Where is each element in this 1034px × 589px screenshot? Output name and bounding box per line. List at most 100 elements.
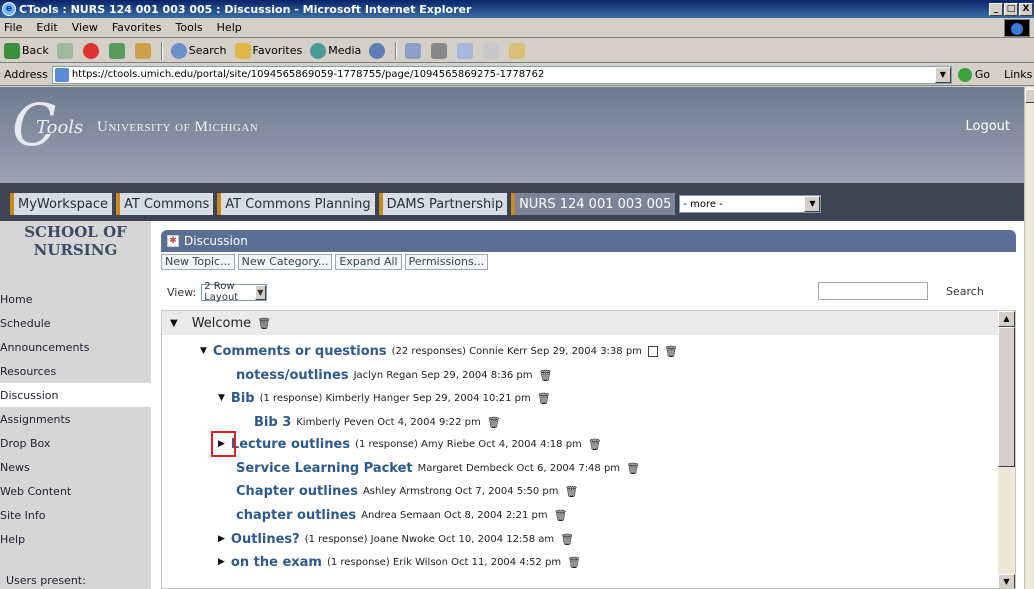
thread-scrollbar[interactable]: ▲ ▼ xyxy=(998,311,1015,588)
refresh-button[interactable] xyxy=(108,42,127,59)
maximize-button[interactable]: □ xyxy=(1004,2,1018,16)
favorites-button[interactable]: Favorites xyxy=(234,42,302,59)
go-button[interactable]: Go xyxy=(957,67,990,82)
stop-button[interactable] xyxy=(82,42,101,59)
tab-at-commons[interactable]: AT Commons xyxy=(115,193,214,215)
thread-row[interactable]: Service Learning Packet Margaret Dembeck… xyxy=(236,457,640,479)
messenger-button[interactable] xyxy=(509,42,527,59)
trash-icon[interactable]: 🗑 xyxy=(538,369,552,382)
highlight-box xyxy=(211,431,236,457)
thread-row[interactable]: ▼ Bib (1 response) Kimberly Hanger Sep 2… xyxy=(218,387,551,409)
sidebar-item-resources[interactable]: Resources xyxy=(0,359,151,383)
scroll-down-icon[interactable]: ▼ xyxy=(998,574,1015,588)
sidebar-item-home[interactable]: Home xyxy=(0,287,151,311)
page-scrollbar[interactable] xyxy=(1024,87,1034,589)
search-button[interactable]: Search xyxy=(170,42,227,59)
menu-tools[interactable]: Tools xyxy=(176,21,203,34)
permissions-button[interactable]: Permissions... xyxy=(404,254,489,270)
edit-icon xyxy=(457,42,474,59)
refresh-icon xyxy=(108,42,125,59)
search-link[interactable]: Search xyxy=(946,285,984,298)
trash-icon[interactable]: 🗑 xyxy=(626,462,640,475)
back-button[interactable]: Back xyxy=(4,42,49,59)
sidebar-item-web-content[interactable]: Web Content xyxy=(0,479,151,503)
trash-icon[interactable]: 🗑 xyxy=(554,509,568,522)
scroll-thumb[interactable] xyxy=(998,327,1015,467)
minimize-button[interactable]: _ xyxy=(989,2,1003,16)
thread-row[interactable]: ▶ Lecture outlines (1 response) Amy Rieb… xyxy=(218,433,602,455)
sidebar-item-assignments[interactable]: Assignments xyxy=(0,407,151,431)
trash-icon[interactable]: 🗑 xyxy=(567,556,581,569)
discuss-button[interactable] xyxy=(483,42,501,59)
menu-edit[interactable]: Edit xyxy=(36,21,57,34)
history-button[interactable] xyxy=(369,42,387,59)
thread-row[interactable]: ▶ Outlines? (1 response) Joane Nwoke Oct… xyxy=(218,528,574,550)
windows-logo-icon xyxy=(1004,19,1030,37)
new-category-button[interactable]: New Category... xyxy=(237,254,333,270)
menu-help[interactable]: Help xyxy=(217,21,242,34)
tab-nurs-124[interactable]: NURS 124 001 003 005 xyxy=(511,193,676,215)
discussion-portlet: ✱ Discussion New Topic... New Category..… xyxy=(161,230,1016,589)
thread-row[interactable]: ▶ on the exam (1 response) Erik Wilson O… xyxy=(218,551,581,573)
thread-row[interactable]: notess/outlines Jaclyn Regan Sep 29, 200… xyxy=(236,364,552,386)
address-dropdown-icon[interactable]: ▼ xyxy=(934,66,951,83)
address-label: Address xyxy=(4,68,48,81)
sidebar-item-news[interactable]: News xyxy=(0,455,151,479)
links-button[interactable]: Links xyxy=(1004,68,1032,81)
close-button[interactable]: X xyxy=(1019,2,1033,16)
menu-file[interactable]: File xyxy=(4,21,22,34)
mail-button[interactable] xyxy=(405,42,423,59)
tab-at-commons-planning[interactable]: AT Commons Planning xyxy=(217,193,375,215)
edit-button[interactable] xyxy=(457,42,475,59)
trash-icon[interactable]: 🗑 xyxy=(664,345,678,358)
sidebar-item-announcements[interactable]: Announcements xyxy=(0,335,151,359)
trash-icon[interactable]: 🗑 xyxy=(560,533,574,546)
discussion-tool-icon: ✱ xyxy=(167,235,179,247)
window-title: CTools : NURS 124 001 003 005 : Discussi… xyxy=(19,2,472,16)
scroll-up-icon[interactable]: ▲ xyxy=(998,311,1015,327)
sidebar-item-drop-box[interactable]: Drop Box xyxy=(0,431,151,455)
trash-icon[interactable]: 🗑 xyxy=(257,317,271,330)
thread-row[interactable]: ▼ Comments or questions (22 responses) C… xyxy=(200,340,678,362)
menu-favorites[interactable]: Favorites xyxy=(112,21,162,34)
trash-icon[interactable]: 🗑 xyxy=(487,416,501,429)
logout-link[interactable]: Logout xyxy=(965,119,1010,134)
tab-myworkspace[interactable]: MyWorkspace xyxy=(10,193,112,215)
trash-icon[interactable]: 🗑 xyxy=(564,485,578,498)
trash-icon[interactable]: 🗑 xyxy=(537,392,551,405)
page-scroll-up-icon[interactable] xyxy=(1025,89,1034,103)
sidebar-item-discussion[interactable]: Discussion xyxy=(0,383,151,407)
sidebar-item-site-info[interactable]: Site Info xyxy=(0,503,151,527)
menu-view[interactable]: View xyxy=(72,21,98,34)
trash-icon[interactable]: 🗑 xyxy=(588,438,602,451)
new-topic-button[interactable]: New Topic... xyxy=(161,254,235,270)
home-icon xyxy=(134,42,151,59)
tab-dams-partnership[interactable]: DAMS Partnership xyxy=(378,193,508,215)
thread-row[interactable]: Chapter outlines Ashley Armstrong Oct 7,… xyxy=(236,480,578,502)
print-icon xyxy=(431,42,448,59)
copy-icon[interactable] xyxy=(647,345,658,357)
collapse-triangle-icon[interactable]: ▼ xyxy=(170,318,178,329)
sidebar-item-help[interactable]: Help xyxy=(0,527,151,551)
address-input[interactable]: https://ctools.umich.edu/portal/site/109… xyxy=(51,65,952,84)
site-banner: C Tools University of Michigan Logout xyxy=(0,87,1024,183)
sidebar-item-schedule[interactable]: Schedule xyxy=(0,311,151,335)
thread-row[interactable]: chapter outlines Andrea Semaan Oct 8, 20… xyxy=(236,504,568,526)
print-button[interactable] xyxy=(431,42,449,59)
home-button[interactable] xyxy=(134,42,153,59)
search-input[interactable] xyxy=(818,282,928,300)
media-button[interactable]: Media xyxy=(310,42,361,59)
expand-all-button[interactable]: Expand All xyxy=(335,254,402,270)
expanded-triangle-icon[interactable]: ▼ xyxy=(218,393,225,403)
more-sites-select[interactable]: - more - ▼ xyxy=(679,195,822,213)
collapsed-triangle-icon[interactable]: ▶ xyxy=(218,557,225,567)
view-layout-select[interactable]: 2 Row Layout ▼ xyxy=(201,281,268,303)
category-row[interactable]: ▼ Welcome 🗑 xyxy=(162,311,998,335)
mail-icon xyxy=(405,42,422,59)
expanded-triangle-icon[interactable]: ▼ xyxy=(200,346,207,356)
tool-sidebar: SCHOOL OF NURSING Home Schedule Announce… xyxy=(0,221,151,589)
forward-button[interactable] xyxy=(56,42,75,59)
thread-row[interactable]: Bib 3 Kimberly Peven Oct 4, 2004 9:22 pm… xyxy=(254,411,501,433)
go-arrow-icon xyxy=(957,67,972,82)
collapsed-triangle-icon[interactable]: ▶ xyxy=(218,534,225,544)
